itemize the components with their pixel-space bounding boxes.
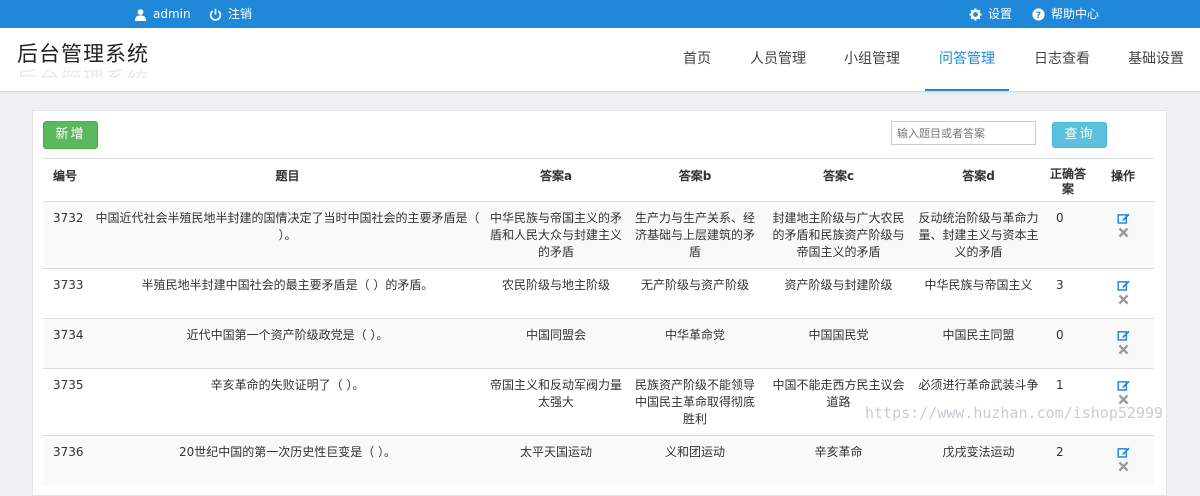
close-icon[interactable] — [1117, 226, 1130, 239]
column-header-id: 编号 — [43, 158, 89, 202]
cell-answer-c: 中国不能走西方民主议会道路 — [764, 368, 913, 436]
settings-label: 设置 — [988, 7, 1013, 21]
cell-correct: 3 — [1044, 268, 1092, 319]
column-header-answer-b: 答案b — [626, 158, 764, 202]
user-menu[interactable]: admin — [134, 0, 191, 28]
edit-icon[interactable] — [1116, 379, 1130, 392]
row-actions — [1096, 277, 1150, 306]
cell-question: 中国近代社会半殖民地半封建的国情决定了当时中国社会的主要矛盾是（ ）。 — [89, 201, 486, 269]
cell-id: 3736 — [43, 435, 89, 486]
edit-icon[interactable] — [1116, 329, 1130, 342]
user-name: admin — [153, 7, 191, 21]
table-row: 3736 20世纪中国的第一次历史性巨变是（ ）。 太平天国运动 义和团运动 辛亥革命戊… — [43, 435, 1154, 486]
cell-ops — [1092, 318, 1154, 369]
cell-answer-c: 中国国民党 — [764, 318, 913, 369]
column-header-correct: 正确答案 — [1044, 158, 1092, 202]
table-row: 3733 半殖民地半封建中国社会的最主要矛盾是（ ）的矛盾。 农民阶级与地主阶级 无产… — [43, 268, 1154, 319]
cell-answer-d: 必须进行革命武装斗争 — [913, 368, 1044, 436]
cell-answer-d: 中华民族与帝国主义 — [913, 268, 1044, 319]
cell-answer-a: 太平天国运动 — [486, 435, 626, 486]
add-button[interactable]: 新增 — [43, 121, 98, 149]
cell-answer-b: 生产力与生产关系、经济基础与上层建筑的矛盾 — [626, 201, 764, 269]
content-panel: 新增 查询 编号 题目 答案a 答案b 答案c 答案d 正确答案 操作 3732… — [32, 110, 1167, 496]
cell-answer-c: 辛亥革命 — [764, 435, 913, 486]
app-logo-reflection: 后台管理系统 — [17, 64, 149, 78]
search-button[interactable]: 查询 — [1052, 122, 1107, 148]
nav-logs[interactable]: 日志查看 — [1030, 28, 1094, 91]
column-header-question: 题目 — [89, 158, 486, 202]
power-icon — [209, 8, 222, 21]
settings-link[interactable]: 设置 — [969, 0, 1012, 28]
column-header-answer-c: 答案c — [764, 158, 913, 202]
help-link[interactable]: ? 帮助中心 — [1032, 0, 1099, 28]
nav-personnel[interactable]: 人员管理 — [746, 28, 810, 91]
cell-ops — [1092, 201, 1154, 269]
qa-table: 编号 题目 答案a 答案b 答案c 答案d 正确答案 操作 3732 中国近代社会… — [43, 158, 1154, 486]
cell-answer-a: 中华民族与帝国主义的矛盾和人民大众与封建主义的矛盾 — [486, 201, 626, 269]
cell-ops — [1092, 435, 1154, 486]
cell-id: 3733 — [43, 268, 89, 319]
search-input[interactable] — [891, 121, 1036, 145]
cell-correct: 0 — [1044, 201, 1092, 269]
table-row: 3735 辛亥革命的失败证明了（ ）。 帝国主义和反动军阀力量太强大 民族资产阶级不能… — [43, 368, 1154, 436]
table-row: 3734 近代中国第一个资产阶级政党是（ ）。 中国同盟会 中华革命党 中国国民党 中国民… — [43, 318, 1154, 369]
close-icon[interactable] — [1117, 293, 1130, 306]
cell-id: 3735 — [43, 368, 89, 436]
cell-ops — [1092, 268, 1154, 319]
table-row: 3732 中国近代社会半殖民地半封建的国情决定了当时中国社会的主要矛盾是（ ）。中… — [43, 201, 1154, 269]
cell-correct: 2 — [1044, 435, 1092, 486]
close-icon[interactable] — [1117, 460, 1130, 473]
table-header-row: 编号 题目 答案a 答案b 答案c 答案d 正确答案 操作 — [43, 158, 1154, 202]
question-circle-icon: ? — [1032, 7, 1045, 20]
nav-settings[interactable]: 基础设置 — [1124, 28, 1188, 91]
app-header: 后台管理系统 后台管理系统 首页 人员管理 小组管理 问答管理 日志查看 基础设… — [0, 28, 1200, 92]
edit-icon[interactable] — [1116, 212, 1130, 225]
cell-correct: 0 — [1044, 318, 1092, 369]
gear-icon — [969, 7, 982, 21]
nav-groups[interactable]: 小组管理 — [840, 28, 904, 91]
cell-answer-c: 封建地主阶级与广大农民的矛盾和民族资产阶级与帝国主义的矛盾 — [764, 201, 913, 269]
logout-link[interactable]: 注销 — [209, 0, 252, 28]
cell-answer-c: 资产阶级与封建阶级 — [764, 268, 913, 319]
nav-home[interactable]: 首页 — [677, 28, 717, 91]
logout-label: 注销 — [228, 7, 253, 21]
cell-answer-a: 帝国主义和反动军阀力量太强大 — [486, 368, 626, 436]
row-actions — [1096, 327, 1150, 356]
column-header-answer-a: 答案a — [486, 158, 626, 202]
cell-answer-b: 民族资产阶级不能领导中国民主革命取得彻底胜利 — [626, 368, 764, 436]
close-icon[interactable] — [1117, 343, 1130, 356]
row-actions — [1096, 210, 1150, 239]
cell-answer-a: 农民阶级与地主阶级 — [486, 268, 626, 319]
cell-id: 3732 — [43, 201, 89, 269]
user-icon — [134, 8, 147, 21]
close-icon[interactable] — [1117, 393, 1130, 406]
nav-qa[interactable]: 问答管理 — [925, 28, 1009, 91]
row-actions — [1096, 444, 1150, 473]
cell-question: 近代中国第一个资产阶级政党是（ ）。 — [89, 318, 486, 369]
cell-id: 3734 — [43, 318, 89, 369]
cell-answer-b: 义和团运动 — [626, 435, 764, 486]
cell-answer-d: 中国民主同盟 — [913, 318, 1044, 369]
cell-question: 辛亥革命的失败证明了（ ）。 — [89, 368, 486, 436]
row-actions — [1096, 377, 1150, 406]
cell-answer-b: 无产阶级与资产阶级 — [626, 268, 764, 319]
top-bar: admin 注销 设置 ? 帮助中心 — [0, 0, 1200, 28]
cell-answer-d: 反动统治阶级与革命力量、封建主义与资本主义的矛盾 — [913, 201, 1044, 269]
cell-answer-d: 戊戌变法运动 — [913, 435, 1044, 486]
cell-correct: 1 — [1044, 368, 1092, 436]
cell-answer-b: 中华革命党 — [626, 318, 764, 369]
svg-text:?: ? — [1036, 10, 1041, 20]
cell-question: 20世纪中国的第一次历史性巨变是（ ）。 — [89, 435, 486, 486]
edit-icon[interactable] — [1116, 279, 1130, 292]
cell-question: 半殖民地半封建中国社会的最主要矛盾是（ ）的矛盾。 — [89, 268, 486, 319]
column-header-answer-d: 答案d — [913, 158, 1044, 202]
help-label: 帮助中心 — [1051, 7, 1100, 21]
cell-ops — [1092, 368, 1154, 436]
cell-answer-a: 中国同盟会 — [486, 318, 626, 369]
column-header-ops: 操作 — [1092, 158, 1154, 202]
edit-icon[interactable] — [1116, 446, 1130, 459]
